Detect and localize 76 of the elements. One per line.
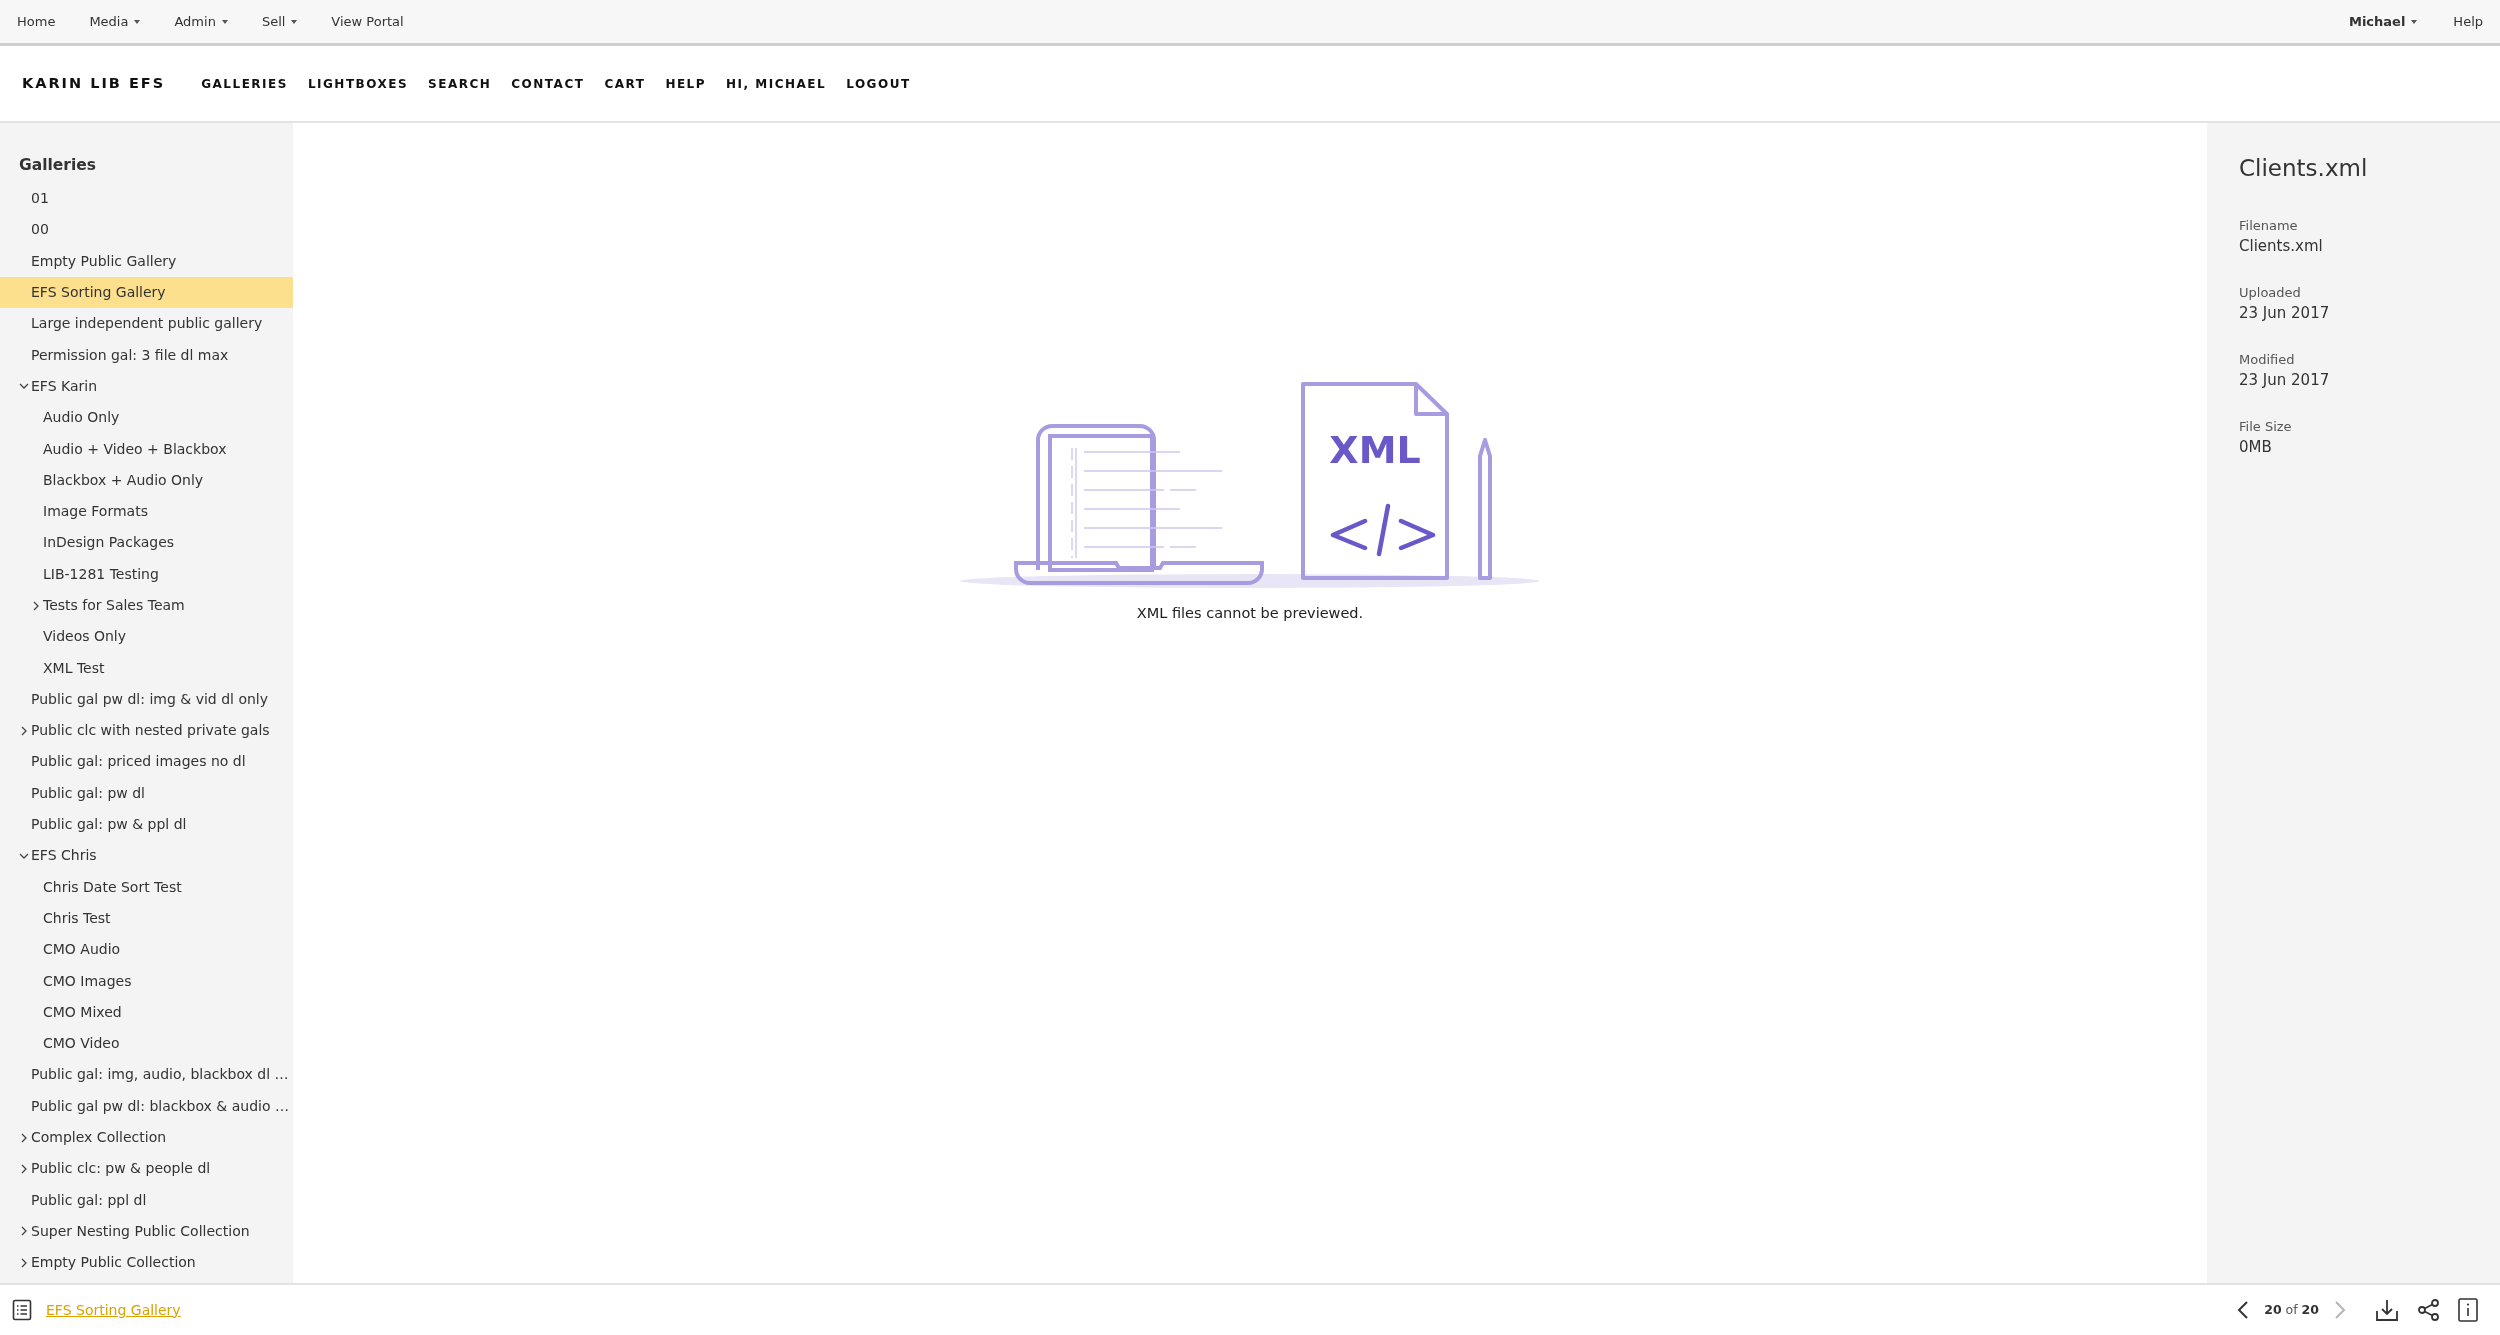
sidebar-item[interactable]: CMO Images — [0, 965, 293, 997]
menu-link[interactable]: Help — [2453, 11, 2483, 32]
file-type-label: XML — [1329, 428, 1421, 472]
caret-icon — [134, 19, 141, 24]
sidebar-item[interactable]: Public gal: ppl dl — [0, 1184, 293, 1216]
sidebar-item[interactable]: 01 — [0, 183, 293, 215]
sidebar-item[interactable]: EFS Chris — [0, 840, 293, 872]
sidebar-item[interactable]: Public gal: pw & ppl dl — [0, 808, 293, 841]
download-icon[interactable] — [2375, 1298, 2399, 1322]
file-title: Clients.xml — [2239, 154, 2369, 183]
list-icon[interactable] — [12, 1299, 32, 1321]
field-label: Uploaded — [2239, 283, 2302, 302]
sidebar-item[interactable]: Public gal pw dl: blackbox & audio … — [0, 1090, 293, 1122]
sidebar-item[interactable]: LIB-1281 Testing — [0, 558, 293, 590]
nav-link[interactable]: LOGOUT — [846, 74, 911, 93]
field-value: 23 Jun 2017 — [2239, 370, 2331, 391]
pencil-icon — [1478, 438, 1492, 580]
sidebar-item[interactable]: Complex Collection — [0, 1121, 293, 1154]
sidebar-item[interactable]: Large independent public gallery — [0, 308, 293, 340]
sidebar-item[interactable]: Public clc with nested private gals — [0, 715, 293, 747]
caret-icon — [221, 19, 228, 24]
site-brand[interactable]: KARIN LIB EFS — [22, 72, 166, 95]
info-icon[interactable] — [2458, 1298, 2478, 1322]
code-icon — [1330, 503, 1436, 557]
sidebar-item[interactable]: Videos Only — [0, 621, 293, 653]
sidebar-item[interactable]: 00 — [0, 214, 293, 246]
field-value: 23 Jun 2017 — [2239, 303, 2331, 324]
nav-link[interactable]: CART — [604, 74, 646, 93]
sidebar-title: Galleries — [18, 155, 97, 177]
sidebar-item[interactable]: EFS Sorting Gallery — [0, 276, 293, 309]
menu-link[interactable]: Media — [89, 11, 141, 32]
field-value: 0MB — [2239, 437, 2273, 458]
sidebar-item[interactable]: Public gal pw dl: img & vid dl only — [0, 683, 293, 716]
menu-link[interactable]: Michael — [2348, 11, 2418, 32]
sidebar-item[interactable]: Public gal: pw dl — [0, 777, 293, 809]
sidebar-item[interactable]: Permission gal: 3 file dl max — [0, 339, 293, 371]
sidebar-item[interactable]: Super Nesting Public Collection — [0, 1215, 293, 1248]
nav-link[interactable]: HELP — [665, 74, 707, 93]
sidebar-item[interactable]: Audio + Video + Blackbox — [0, 433, 293, 465]
sidebar-item[interactable]: InDesign Packages — [0, 527, 293, 559]
nav-link[interactable]: LIGHTBOXES — [307, 74, 409, 93]
sidebar-item[interactable]: Blackbox + Audio Only — [0, 464, 293, 496]
share-icon[interactable] — [2417, 1298, 2440, 1322]
caret-icon — [291, 19, 298, 24]
field-value: Clients.xml — [2239, 236, 2324, 257]
sidebar-item[interactable]: Public gal: img, audio, blackbox dl … — [0, 1059, 293, 1091]
field-label: File Size — [2239, 417, 2293, 436]
menu-link[interactable]: Admin — [174, 11, 228, 32]
nav-link[interactable]: SEARCH — [428, 74, 492, 93]
menu-link[interactable]: Sell — [261, 11, 298, 32]
sidebar-item[interactable]: CMO Video — [0, 1028, 293, 1060]
sidebar-item[interactable]: CMO Mixed — [0, 996, 293, 1028]
sidebar-item[interactable]: Public gal: priced images no dl — [0, 746, 293, 778]
nav-link[interactable]: GALLERIES — [201, 74, 288, 93]
field-label: Filename — [2239, 216, 2299, 235]
menu-link[interactable]: View Portal — [331, 11, 404, 32]
nav-link[interactable]: HI, MICHAEL — [726, 74, 827, 93]
sidebar-item[interactable]: Image Formats — [0, 495, 293, 528]
sidebar-item[interactable]: Chris Date Sort Test — [0, 871, 293, 903]
sidebar-item[interactable]: XML Test — [0, 652, 293, 684]
sidebar-item[interactable]: Audio Only — [0, 402, 293, 434]
sidebar-item[interactable]: Empty Public Gallery — [0, 245, 293, 277]
caret-icon — [2411, 19, 2418, 24]
field-label: Modified — [2239, 350, 2296, 369]
document-icon — [1301, 382, 1449, 580]
page-counter: 20 of 20 — [2264, 1300, 2319, 1319]
preview-message: XML files cannot be previewed. — [1136, 604, 1364, 623]
sidebar-item[interactable]: EFS Karin — [0, 370, 293, 403]
sidebar-item[interactable]: Tests for Sales Team — [0, 589, 293, 622]
sidebar-item[interactable]: Chris Test — [0, 902, 293, 935]
menu-link[interactable]: Home — [17, 11, 56, 32]
previous-button[interactable] — [2236, 1300, 2251, 1320]
sidebar-item[interactable]: CMO Audio — [0, 934, 293, 966]
nav-link[interactable]: CONTACT — [511, 74, 585, 93]
sidebar-item[interactable]: Empty Public Collection — [0, 1247, 293, 1279]
sidebar-item[interactable]: Public clc: pw & people dl — [0, 1153, 293, 1185]
